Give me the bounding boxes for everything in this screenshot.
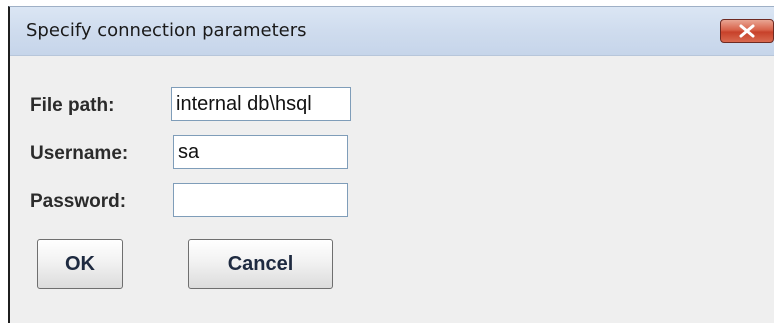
cancel-button[interactable]: Cancel xyxy=(188,239,333,289)
connection-dialog: Specify connection parameters File path:… xyxy=(8,6,774,323)
title-bar[interactable]: Specify connection parameters xyxy=(10,7,774,56)
dialog-title: Specify connection parameters xyxy=(26,20,307,41)
password-input[interactable] xyxy=(173,183,348,217)
close-button[interactable] xyxy=(720,19,774,43)
username-input[interactable] xyxy=(173,135,348,169)
username-label: Username: xyxy=(30,143,129,164)
password-label: Password: xyxy=(30,191,127,212)
close-icon xyxy=(739,24,755,38)
file-path-input[interactable] xyxy=(171,87,351,121)
file-path-label: File path: xyxy=(30,95,115,116)
connection-form: File path: Username: Password: OK Cancel xyxy=(10,55,774,323)
ok-button[interactable]: OK xyxy=(37,239,123,289)
